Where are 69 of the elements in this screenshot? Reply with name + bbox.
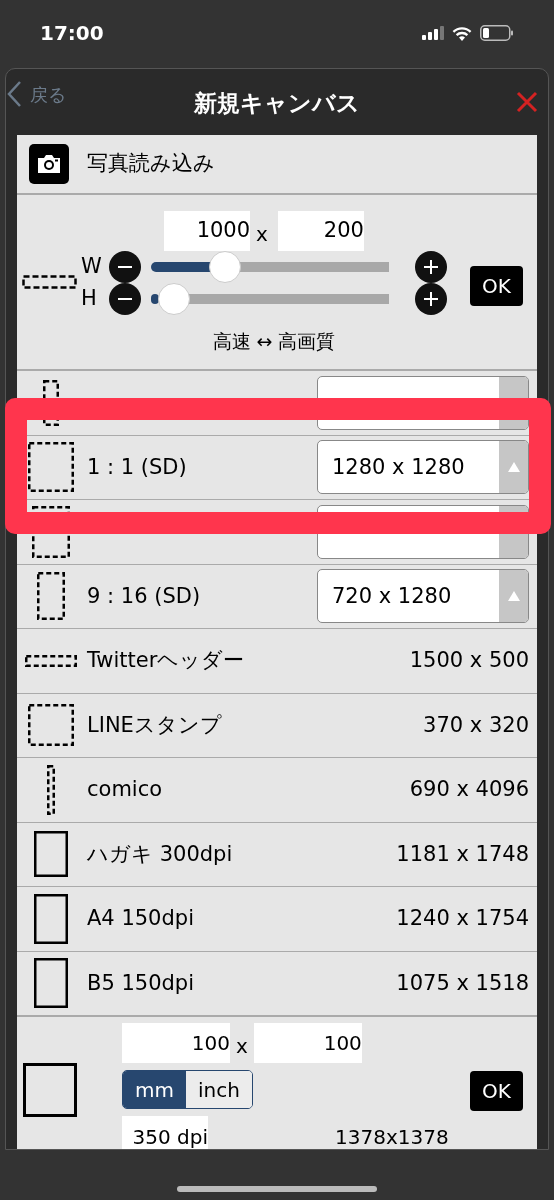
times-sign: x (256, 220, 268, 248)
preset-row[interactable]: Twitterヘッダー 1500 x 500 (17, 629, 537, 694)
dashed-rect-icon (43, 379, 59, 426)
triangle-icon (507, 462, 520, 473)
status-time: 17:00 (40, 20, 104, 47)
dashed-rect-icon (32, 505, 70, 558)
size-dropdown[interactable]: 720 x 1280 (317, 569, 529, 624)
preset-row[interactable]: 9 : 16 (SD) 720 x 1280 (17, 564, 537, 629)
slider-label: H (81, 285, 98, 312)
battery-icon (480, 25, 514, 41)
preset-row[interactable]: comico 690 x 4096 (17, 758, 537, 823)
dashed-rect-icon (25, 654, 77, 667)
preset-label: comico (87, 776, 163, 803)
height-field[interactable]: 100 (253, 1023, 362, 1063)
photo-import-row[interactable]: 写真読み込み (17, 135, 537, 195)
slider-thumb[interactable] (208, 250, 241, 283)
page-icon (34, 831, 68, 878)
ok-button[interactable]: OK (470, 266, 523, 306)
page-icon (34, 958, 68, 1009)
back-chevron-icon (6, 80, 22, 108)
preset-size: 370 x 320 (423, 711, 529, 739)
wifi-icon (452, 25, 472, 41)
unit-tab[interactable]: inch (185, 1071, 252, 1108)
dialog-title: 新規キャンバス (194, 88, 360, 118)
preset-row[interactable]: B5 150dpi 1075 x 1518 (17, 951, 537, 1016)
preset-row[interactable]: 1 : 1 (SD) 1280 x 1280 (17, 435, 537, 500)
preset-label: 1 : 1 (SD) (87, 453, 187, 481)
dashed-rect-icon (28, 442, 74, 493)
minus-icon[interactable] (109, 282, 141, 315)
preset-row[interactable]: A4 150dpi 1240 x 1754 (17, 887, 537, 952)
preset-label: LINEスタンプ (87, 711, 222, 739)
preset-label: ハガキ 300dpi (87, 840, 233, 868)
width-field[interactable]: 1000 (164, 210, 251, 251)
preset-size: 690 x 4096 (409, 776, 529, 803)
pixel-size: 1378x1378 (335, 1124, 449, 1149)
dashed-rect-icon (22, 275, 77, 289)
signal-icon (422, 26, 444, 40)
preset-label: 9 : 16 (SD) (87, 582, 201, 610)
ok-button[interactable]: OK (470, 1071, 523, 1111)
preset-size: 1075 x 1518 (396, 969, 529, 997)
photo-import-label: 写真読み込み (87, 150, 215, 178)
preset-row[interactable]: LINEスタンプ 370 x 320 (17, 693, 537, 758)
page-icon (34, 893, 68, 944)
page-icon (23, 1063, 77, 1117)
plus-icon[interactable] (415, 250, 447, 283)
dpi-field[interactable]: 350 dpi (122, 1116, 208, 1149)
slider-label: W (81, 253, 103, 280)
dashed-rect-icon (47, 764, 55, 815)
unit-tab[interactable]: mm (123, 1071, 186, 1108)
height-field[interactable]: 200 (277, 210, 364, 251)
close-icon[interactable] (516, 91, 538, 113)
preset-row[interactable]: ハガキ 300dpi 1181 x 1748 (17, 822, 537, 887)
preset-size: 1181 x 1748 (396, 840, 529, 868)
dashed-rect-icon (37, 572, 65, 621)
times-sign: x (236, 1033, 248, 1060)
width-field[interactable]: 100 (122, 1023, 230, 1063)
camera-icon (29, 144, 69, 184)
quality-hint: 高速 ↔ 高画質 (212, 328, 336, 354)
slider-thumb[interactable] (157, 282, 190, 315)
preset-size: 1240 x 1754 (396, 905, 529, 932)
preset-size: 1500 x 500 (409, 647, 529, 674)
minus-icon[interactable] (109, 250, 141, 283)
preset-label: B5 150dpi (87, 969, 195, 997)
dashed-rect-icon (28, 704, 74, 747)
triangle-icon (507, 591, 520, 602)
preset-label: Twitterヘッダー (87, 647, 245, 674)
size-dropdown[interactable]: 1280 x 1280 (317, 440, 529, 495)
plus-icon[interactable] (415, 282, 447, 315)
preset-label: A4 150dpi (87, 905, 194, 932)
